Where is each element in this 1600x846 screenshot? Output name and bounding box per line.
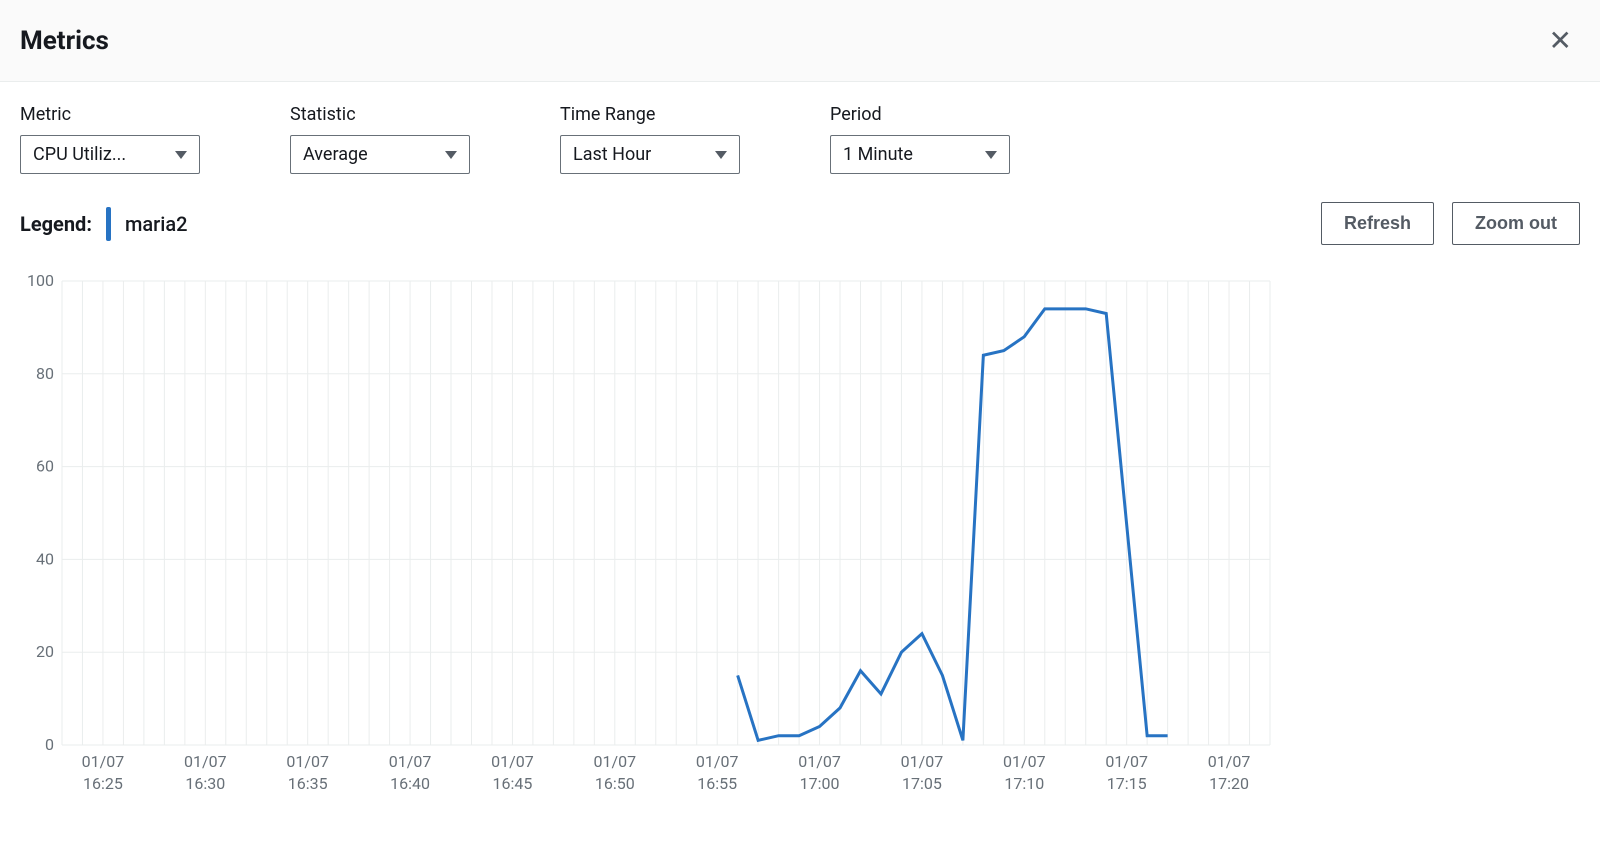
- x-tick-date: 01/07: [901, 752, 944, 771]
- x-tick-date: 01/07: [798, 752, 841, 771]
- y-tick: 100: [27, 275, 54, 290]
- statistic-dropdown[interactable]: Average: [290, 135, 470, 174]
- header: Metrics ✕: [0, 0, 1600, 82]
- x-tick-date: 01/07: [82, 752, 125, 771]
- period-label: Period: [830, 104, 1010, 125]
- x-tick-time: 16:45: [493, 774, 533, 793]
- action-buttons: Refresh Zoom out: [1321, 202, 1580, 245]
- x-tick-date: 01/07: [286, 752, 329, 771]
- caret-down-icon: [445, 151, 457, 159]
- metric-value: CPU Utiliz...: [33, 144, 126, 165]
- x-tick-time: 16:30: [185, 774, 225, 793]
- x-tick-time: 17:05: [902, 774, 942, 793]
- legend: Legend: maria2: [20, 207, 187, 241]
- x-tick-time: 16:35: [288, 774, 328, 793]
- x-tick-date: 01/07: [491, 752, 534, 771]
- refresh-button[interactable]: Refresh: [1321, 202, 1434, 245]
- x-tick-date: 01/07: [1003, 752, 1046, 771]
- x-tick-date: 01/07: [696, 752, 739, 771]
- controls-row: Metric CPU Utiliz... Statistic Average T…: [0, 82, 1600, 174]
- period-dropdown[interactable]: 1 Minute: [830, 135, 1010, 174]
- period-value: 1 Minute: [843, 144, 913, 165]
- timerange-value: Last Hour: [573, 144, 651, 165]
- metrics-chart[interactable]: 0 20 40 60 80 100 01/07 16:25 01/07 16:30 01/07 16:…: [20, 275, 1280, 805]
- legend-row: Legend: maria2 Refresh Zoom out: [0, 174, 1600, 245]
- statistic-control: Statistic Average: [290, 104, 470, 174]
- timerange-label: Time Range: [560, 104, 740, 125]
- close-button[interactable]: ✕: [1541, 20, 1580, 61]
- x-tick-time: 16:25: [83, 774, 123, 793]
- metric-dropdown[interactable]: CPU Utiliz...: [20, 135, 200, 174]
- chart-area: 0 20 40 60 80 100 01/07 16:25 01/07 16:30 01/07 16:…: [0, 245, 1600, 825]
- x-tick-date: 01/07: [389, 752, 432, 771]
- x-tick-date: 01/07: [1208, 752, 1251, 771]
- caret-down-icon: [175, 151, 187, 159]
- x-tick-date: 01/07: [1105, 752, 1148, 771]
- zoom-out-button[interactable]: Zoom out: [1452, 202, 1580, 245]
- x-tick-time: 17:10: [1004, 774, 1044, 793]
- legend-swatch: [106, 207, 111, 241]
- y-tick: 60: [36, 457, 54, 476]
- x-tick-date: 01/07: [594, 752, 637, 771]
- y-tick: 0: [45, 735, 54, 754]
- metric-control: Metric CPU Utiliz...: [20, 104, 200, 174]
- x-tick-time: 16:40: [390, 774, 430, 793]
- x-tick-time: 16:50: [595, 774, 635, 793]
- x-tick-date: 01/07: [184, 752, 227, 771]
- statistic-value: Average: [303, 144, 368, 165]
- x-tick-time: 17:15: [1107, 774, 1147, 793]
- y-tick: 80: [36, 364, 54, 383]
- x-tick-time: 16:55: [697, 774, 737, 793]
- legend-series-name: maria2: [125, 212, 188, 236]
- legend-label: Legend:: [20, 212, 92, 236]
- metric-label: Metric: [20, 104, 200, 125]
- timerange-dropdown[interactable]: Last Hour: [560, 135, 740, 174]
- timerange-control: Time Range Last Hour: [560, 104, 740, 174]
- y-tick: 40: [36, 549, 54, 568]
- caret-down-icon: [715, 151, 727, 159]
- period-control: Period 1 Minute: [830, 104, 1010, 174]
- close-icon: ✕: [1549, 25, 1572, 56]
- x-tick-time: 17:20: [1209, 774, 1249, 793]
- caret-down-icon: [985, 151, 997, 159]
- page-title: Metrics: [20, 26, 109, 56]
- y-tick: 20: [36, 642, 54, 661]
- x-tick-time: 17:00: [800, 774, 840, 793]
- statistic-label: Statistic: [290, 104, 470, 125]
